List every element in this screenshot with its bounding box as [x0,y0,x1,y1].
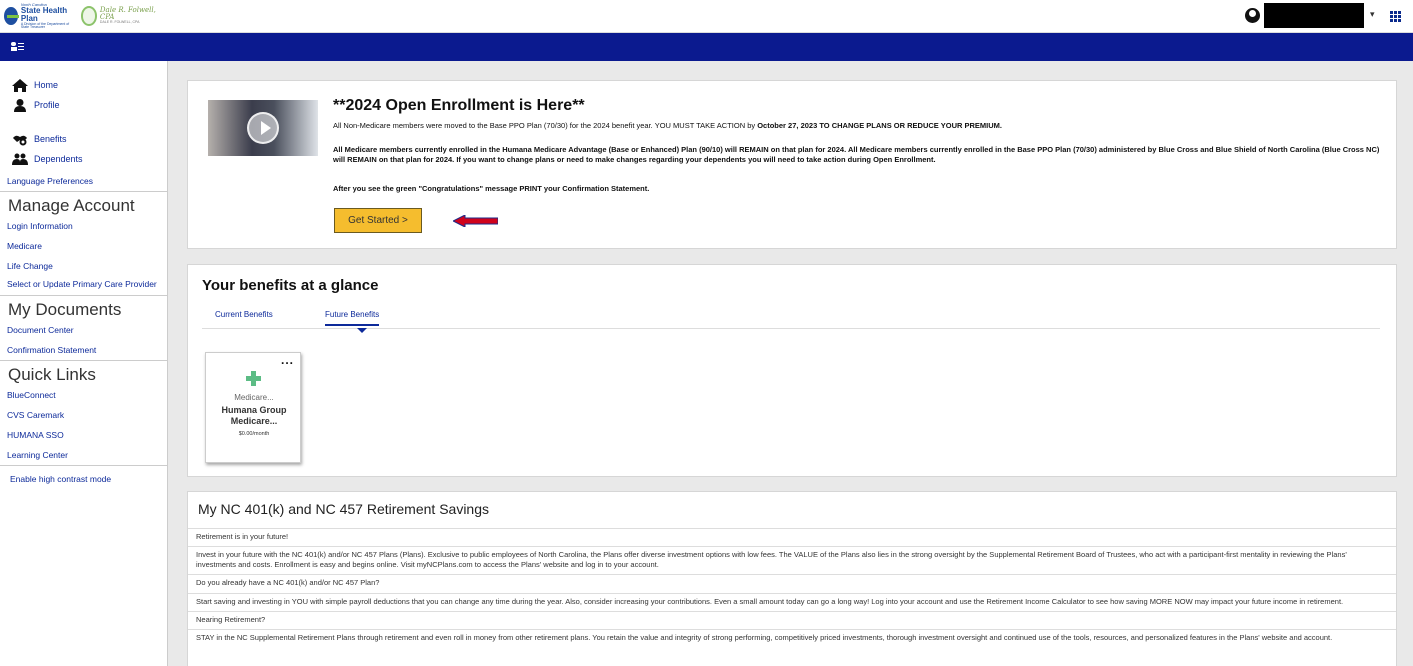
glance-title: Your benefits at a glance [202,277,379,294]
benefit-premium: $0.00/month [238,431,270,437]
apps-grid-icon[interactable] [1390,11,1401,22]
benefit-tabs: Current Benefits Future Benefits [202,310,1380,333]
benefit-plan-name: Humana Group Medicare... [221,405,287,426]
treasurer-signature: Dale R. Folwell, CPA [99,6,156,22]
benefits-at-a-glance-card: Your benefits at a glance Current Benefi… [187,264,1397,477]
retirement-info-list: Retirement is in your future! Invest in … [188,528,1396,647]
sidebar-item-label: Benefits [34,134,67,144]
home-icon [12,78,28,92]
sidebar-item-label: Dependents [34,154,83,164]
sidebar-item-profile[interactable]: Profile [0,95,167,115]
treasurer-seal-icon [80,6,97,26]
enrollment-deadline: October 27, 2023 TO CHANGE PLANS OR REDU… [757,121,1002,130]
get-started-button[interactable]: Get Started > [334,208,422,233]
primary-care-provider-link[interactable]: Select or Update Primary Care Provider [0,277,167,295]
more-options-icon[interactable]: ... [281,353,294,367]
retirement-title: My NC 401(k) and NC 457 Retirement Savin… [198,501,490,517]
user-menu-chevron-icon[interactable]: ▾ [1370,9,1375,20]
treasurer-name: DALE R. FOLWELL, CPA [99,20,140,25]
sidebar-item-home[interactable]: Home [0,75,167,95]
quick-links-heading: Quick Links [0,359,167,387]
medical-plus-icon [246,371,261,386]
top-bar: North Carolina State Health Plan A Divis… [0,0,1413,33]
user-avatar-icon[interactable] [1245,8,1260,23]
navigation-bar [0,33,1413,61]
retirement-savings-card: My NC 401(k) and NC 457 Retirement Savin… [187,491,1397,666]
sidebar-toggle-icon[interactable] [11,42,24,52]
sidebar-item-benefits[interactable]: Benefits [0,129,167,149]
sidebar: Home Profile Benefits Dependents Languag… [0,61,168,666]
benefits-icon [12,133,28,146]
sidebar-item-label: Profile [34,100,60,110]
learning-center-link[interactable]: Learning Center [0,447,167,465]
enrollment-print-instructions: After you see the green "Congratulations… [333,184,650,193]
state-health-plan-mark-icon [4,7,19,25]
humana-sso-link[interactable]: HUMANA SSO [0,427,167,443]
logo-sub-text: A Division of the Department of State Tr… [20,21,70,29]
tab-current-benefits[interactable]: Current Benefits [215,310,273,319]
benefit-card-medicare[interactable]: ... Medicare... Humana Group Medicare...… [205,352,301,463]
high-contrast-toggle[interactable]: Enable high contrast mode [0,471,167,487]
active-tab-pointer [357,328,367,333]
document-center-link[interactable]: Document Center [0,322,167,338]
enrollment-medicare-text: All Medicare members currently enrolled … [333,145,1380,165]
sidebar-item-label: Home [34,80,59,90]
confirmation-statement-link[interactable]: Confirmation Statement [0,342,167,360]
list-item: STAY in the NC Supplemental Retirement P… [188,628,1396,647]
life-change-link[interactable]: Life Change [0,258,167,274]
enrollment-title: **2024 Open Enrollment is Here** [333,97,585,114]
benefit-type: Medicare... [234,393,274,402]
enrollment-non-medicare-lead: All Non-Medicare members were moved to t… [333,121,758,130]
list-item: Retirement is in your future! [188,528,1396,546]
sidebar-divider [0,464,167,466]
language-preferences-link[interactable]: Language Preferences [0,173,167,191]
list-item: Invest in your future with the NC 401(k)… [188,546,1396,574]
enrollment-video-thumbnail[interactable] [208,100,318,156]
login-information-link[interactable]: Login Information [0,218,167,234]
logo-main-text: State Health Plan [20,5,68,23]
list-item: Start saving and investing in YOU with s… [188,592,1396,611]
sidebar-item-dependents[interactable]: Dependents [0,149,167,169]
tab-future-benefits[interactable]: Future Benefits [325,310,380,326]
my-documents-heading: My Documents [0,294,167,322]
redacted-username[interactable] [1264,3,1364,28]
play-icon[interactable] [247,112,279,144]
cvs-caremark-link[interactable]: CVS Caremark [0,407,167,423]
left-arrow-icon [453,215,498,227]
person-icon [12,98,28,112]
medicare-link[interactable]: Medicare [0,238,167,254]
manage-account-heading: Manage Account [0,191,167,218]
list-item: Nearing Retirement? [188,610,1396,629]
enrollment-non-medicare-text: All Non-Medicare members were moved to t… [333,121,1388,131]
state-health-plan-logo[interactable]: North Carolina State Health Plan A Divis… [4,2,156,29]
dependents-icon [12,153,28,166]
list-item: Do you already have a NC 401(k) and/or N… [188,574,1396,592]
blueconnect-link[interactable]: BlueConnect [0,387,167,403]
open-enrollment-card: **2024 Open Enrollment is Here** All Non… [187,80,1397,249]
